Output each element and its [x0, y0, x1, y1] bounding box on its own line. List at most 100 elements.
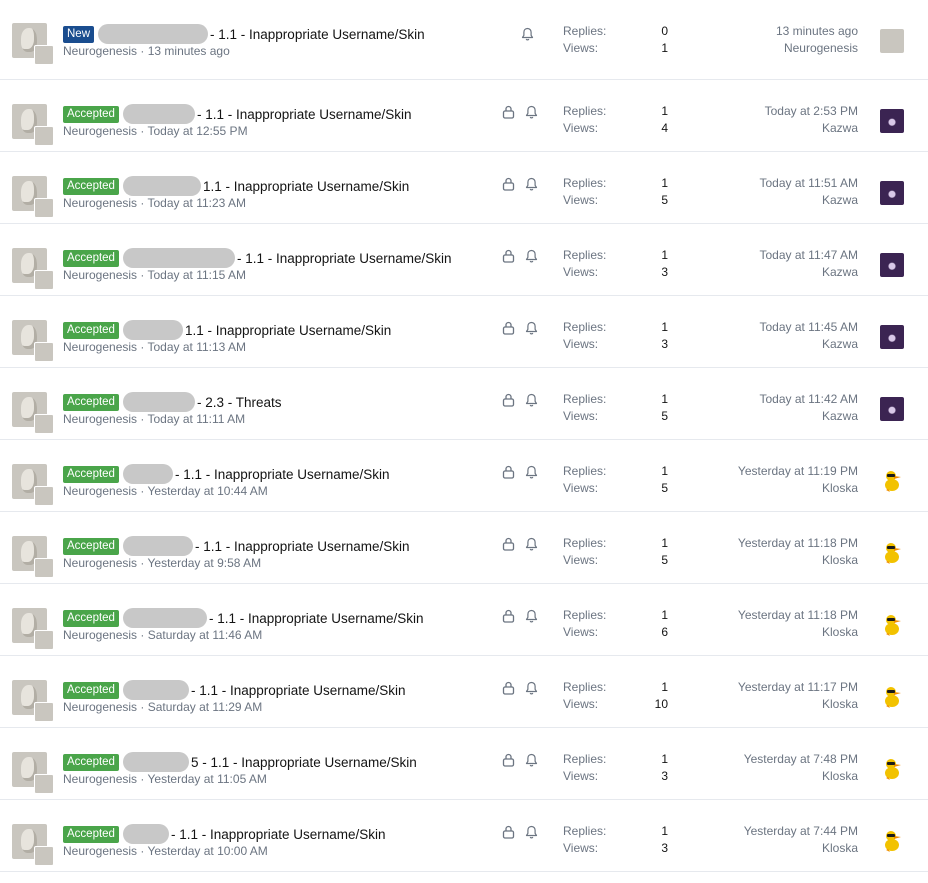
last-poster-mini-avatar[interactable] — [34, 198, 54, 218]
thread-row[interactable]: Accepted - 2.3 - Threats Neurogenesis · … — [0, 368, 928, 440]
thread-title-link[interactable]: 1.1 - Inappropriate Username/Skin — [185, 323, 391, 338]
thread-title-link[interactable]: - 2.3 - Threats — [197, 395, 282, 410]
last-poster-mini-avatar[interactable] — [34, 45, 54, 65]
thread-row[interactable]: Accepted 1.1 - Inappropriate Username/Sk… — [0, 296, 928, 368]
thread-start-date[interactable]: Today at 11:23 AM — [148, 196, 247, 210]
last-post-time[interactable]: Yesterday at 11:19 PM — [738, 464, 858, 478]
thread-title-link[interactable]: - 1.1 - Inappropriate Username/Skin — [209, 611, 424, 626]
last-poster-avatar[interactable] — [880, 109, 904, 133]
last-poster-avatar[interactable] — [880, 541, 904, 565]
thread-title-link[interactable]: - 1.1 - Inappropriate Username/Skin — [195, 539, 410, 554]
last-poster-avatar[interactable] — [880, 325, 904, 349]
thread-start-date[interactable]: Today at 11:15 AM — [148, 268, 247, 282]
bell-icon[interactable] — [525, 105, 538, 119]
thread-row[interactable]: New - 1.1 - Inappropriate Username/Skin … — [0, 0, 928, 80]
last-poster-mini-avatar[interactable] — [34, 702, 54, 722]
last-poster-mini-avatar[interactable] — [34, 486, 54, 506]
last-poster-name[interactable]: Kazwa — [759, 337, 858, 351]
last-post-time[interactable]: Today at 11:45 AM — [759, 320, 858, 334]
thread-title-link[interactable]: - 1.1 - Inappropriate Username/Skin — [191, 683, 406, 698]
bell-icon[interactable] — [521, 27, 534, 41]
bell-icon[interactable] — [525, 465, 538, 479]
last-poster-avatar[interactable] — [880, 397, 904, 421]
last-poster-name[interactable]: Neurogenesis — [776, 41, 858, 55]
last-poster-name[interactable]: Kloska — [738, 625, 858, 639]
thread-row[interactable]: Accepted 5 - 1.1 - Inappropriate Usernam… — [0, 728, 928, 800]
last-poster-mini-avatar[interactable] — [34, 126, 54, 146]
last-poster-name[interactable]: Kloska — [744, 841, 858, 855]
last-poster-avatar[interactable] — [880, 613, 904, 637]
last-poster-name[interactable]: Kloska — [738, 553, 858, 567]
last-poster-name[interactable]: Kazwa — [765, 121, 858, 135]
thread-start-date[interactable]: 13 minutes ago — [148, 44, 230, 58]
thread-start-date[interactable]: Saturday at 11:29 AM — [148, 700, 263, 714]
thread-title-link[interactable]: 5 - 1.1 - Inappropriate Username/Skin — [191, 755, 417, 770]
last-poster-mini-avatar[interactable] — [34, 774, 54, 794]
last-post-time[interactable]: Yesterday at 11:17 PM — [738, 680, 858, 694]
thread-title-link[interactable]: - 1.1 - Inappropriate Username/Skin — [197, 107, 412, 122]
thread-start-date[interactable]: Today at 11:13 AM — [148, 340, 247, 354]
thread-start-date[interactable]: Yesterday at 9:58 AM — [148, 556, 262, 570]
thread-author[interactable]: Neurogenesis — [63, 844, 137, 858]
thread-author[interactable]: Neurogenesis — [63, 268, 137, 282]
thread-author[interactable]: Neurogenesis — [63, 772, 137, 786]
last-post-time[interactable]: 13 minutes ago — [776, 24, 858, 38]
thread-row[interactable]: Accepted 1.1 - Inappropriate Username/Sk… — [0, 152, 928, 224]
last-post-time[interactable]: Yesterday at 7:48 PM — [744, 752, 858, 766]
last-poster-name[interactable]: Kloska — [738, 697, 858, 711]
thread-author[interactable]: Neurogenesis — [63, 556, 137, 570]
thread-row[interactable]: Accepted - 1.1 - Inappropriate Username/… — [0, 656, 928, 728]
last-poster-mini-avatar[interactable] — [34, 342, 54, 362]
last-post-time[interactable]: Today at 11:51 AM — [759, 176, 858, 190]
thread-title-link[interactable]: - 1.1 - Inappropriate Username/Skin — [210, 27, 425, 42]
last-poster-name[interactable]: Kazwa — [759, 193, 858, 207]
last-poster-avatar[interactable] — [880, 757, 904, 781]
thread-author[interactable]: Neurogenesis — [63, 700, 137, 714]
last-poster-avatar[interactable] — [880, 469, 904, 493]
thread-author[interactable]: Neurogenesis — [63, 124, 137, 138]
last-poster-avatar[interactable] — [880, 685, 904, 709]
thread-start-date[interactable]: Yesterday at 11:05 AM — [148, 772, 267, 786]
thread-row[interactable]: Accepted - 1.1 - Inappropriate Username/… — [0, 800, 928, 872]
bell-icon[interactable] — [525, 753, 538, 767]
last-poster-mini-avatar[interactable] — [34, 630, 54, 650]
thread-author[interactable]: Neurogenesis — [63, 44, 137, 58]
bell-icon[interactable] — [525, 825, 538, 839]
last-poster-mini-avatar[interactable] — [34, 270, 54, 290]
thread-start-date[interactable]: Saturday at 11:46 AM — [148, 628, 263, 642]
last-poster-mini-avatar[interactable] — [34, 846, 54, 866]
thread-row[interactable]: Accepted - 1.1 - Inappropriate Username/… — [0, 80, 928, 152]
thread-start-date[interactable]: Today at 11:11 AM — [148, 412, 246, 426]
bell-icon[interactable] — [525, 321, 538, 335]
thread-author[interactable]: Neurogenesis — [63, 412, 137, 426]
thread-title-link[interactable]: 1.1 - Inappropriate Username/Skin — [203, 179, 409, 194]
thread-author[interactable]: Neurogenesis — [63, 196, 137, 210]
last-poster-avatar[interactable] — [880, 829, 904, 853]
thread-start-date[interactable]: Yesterday at 10:00 AM — [148, 844, 268, 858]
thread-row[interactable]: Accepted - 1.1 - Inappropriate Username/… — [0, 224, 928, 296]
last-poster-avatar[interactable] — [880, 253, 904, 277]
thread-title-link[interactable]: - 1.1 - Inappropriate Username/Skin — [175, 467, 390, 482]
last-post-time[interactable]: Yesterday at 11:18 PM — [738, 536, 858, 550]
last-poster-name[interactable]: Kazwa — [759, 265, 858, 279]
last-poster-mini-avatar[interactable] — [34, 414, 54, 434]
bell-icon[interactable] — [525, 249, 538, 263]
last-poster-name[interactable]: Kloska — [738, 481, 858, 495]
thread-start-date[interactable]: Today at 12:55 PM — [148, 124, 248, 138]
last-post-time[interactable]: Today at 2:53 PM — [765, 104, 858, 118]
bell-icon[interactable] — [525, 537, 538, 551]
thread-author[interactable]: Neurogenesis — [63, 484, 137, 498]
thread-row[interactable]: Accepted - 1.1 - Inappropriate Username/… — [0, 584, 928, 656]
last-poster-name[interactable]: Kazwa — [759, 409, 858, 423]
last-poster-name[interactable]: Kloska — [744, 769, 858, 783]
bell-icon[interactable] — [525, 393, 538, 407]
last-post-time[interactable]: Today at 11:47 AM — [759, 248, 858, 262]
last-poster-avatar[interactable] — [880, 181, 904, 205]
bell-icon[interactable] — [525, 609, 538, 623]
thread-row[interactable]: Accepted - 1.1 - Inappropriate Username/… — [0, 512, 928, 584]
thread-row[interactable]: Accepted - 1.1 - Inappropriate Username/… — [0, 440, 928, 512]
thread-title-link[interactable]: - 1.1 - Inappropriate Username/Skin — [171, 827, 386, 842]
last-post-time[interactable]: Today at 11:42 AM — [759, 392, 858, 406]
thread-title-link[interactable]: - 1.1 - Inappropriate Username/Skin — [237, 251, 452, 266]
last-poster-mini-avatar[interactable] — [34, 558, 54, 578]
